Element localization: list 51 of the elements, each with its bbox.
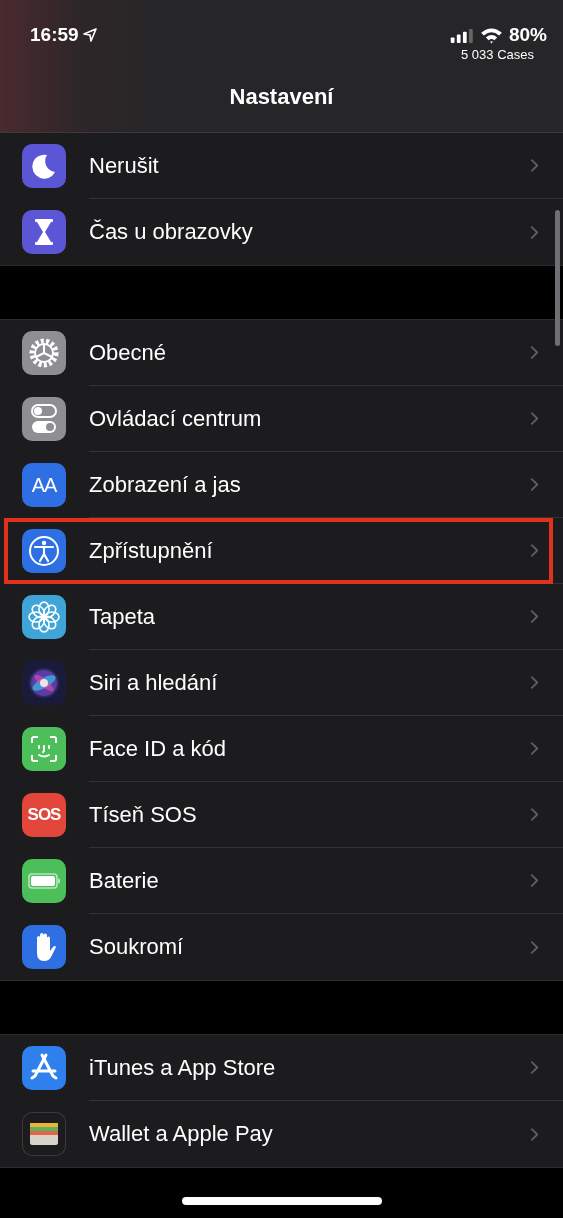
settings-row[interactable]: Čas u obrazovky <box>0 199 563 265</box>
chevron-right-icon <box>530 609 539 624</box>
page-title: Nastavení <box>228 84 335 110</box>
row-label: Zobrazení a jas <box>89 471 241 498</box>
chevron-right-icon <box>530 543 539 558</box>
row-label: Nerušit <box>89 152 159 179</box>
row-label: Čas u obrazovky <box>89 219 253 245</box>
chevron-right-icon <box>530 1060 539 1075</box>
chevron-right-icon <box>530 411 539 426</box>
location-arrow-icon <box>82 28 97 42</box>
chevron-right-icon <box>530 477 539 492</box>
settings-row[interactable]: Nerušit <box>0 133 563 199</box>
settings-row[interactable]: Zpřístupnění <box>0 518 563 584</box>
row-label: Wallet a Apple Pay <box>89 1121 273 1147</box>
chevron-right-icon <box>530 807 539 822</box>
settings-row[interactable]: SOS Tíseň SOS <box>0 782 563 848</box>
row-label: Tíseň SOS <box>89 801 197 828</box>
row-label: Zpřístupnění <box>89 537 213 564</box>
settings-row[interactable]: Siri a hledání <box>0 650 563 716</box>
signal-icon <box>449 27 474 43</box>
settings-row[interactable]: Tapeta <box>0 584 563 650</box>
row-label: Tapeta <box>89 603 156 630</box>
text-icon: AA <box>22 463 66 507</box>
chevron-right-icon <box>530 158 539 173</box>
chevron-right-icon <box>530 1126 539 1142</box>
chevron-right-icon <box>530 675 539 690</box>
settings-row[interactable]: Baterie <box>0 848 563 914</box>
battery-percentage: 80% <box>508 24 547 46</box>
row-label: Face ID a kód <box>89 735 226 762</box>
settings-row[interactable]: Obecné <box>0 320 563 386</box>
row-label: Siri a hledání <box>89 669 218 696</box>
chevron-right-icon <box>530 224 539 240</box>
chevron-right-icon <box>530 939 539 955</box>
chevron-right-icon <box>530 873 539 888</box>
settings-row[interactable]: AA Zobrazení a jas <box>0 452 563 518</box>
settings-row[interactable]: Face ID a kód <box>0 716 563 782</box>
row-label: Obecné <box>89 339 167 366</box>
settings-row[interactable]: iTunes a App Store <box>0 1035 563 1101</box>
row-label: Ovládací centrum <box>89 405 262 432</box>
chevron-right-icon <box>530 345 539 360</box>
row-label: Soukromí <box>89 934 184 960</box>
settings-row[interactable]: Wallet a Apple Pay <box>0 1101 563 1167</box>
settings-row[interactable]: Ovládací centrum <box>0 386 563 452</box>
row-label: Baterie <box>89 867 159 894</box>
clock-time: 16:59 <box>30 24 79 46</box>
settings-row[interactable]: Soukromí <box>0 914 563 980</box>
wifi-icon <box>479 26 503 44</box>
text-icon: SOS <box>22 793 66 837</box>
row-label: iTunes a App Store <box>89 1054 276 1081</box>
chevron-right-icon <box>530 741 539 756</box>
carrier-note: 5 033 Cases <box>461 48 534 62</box>
